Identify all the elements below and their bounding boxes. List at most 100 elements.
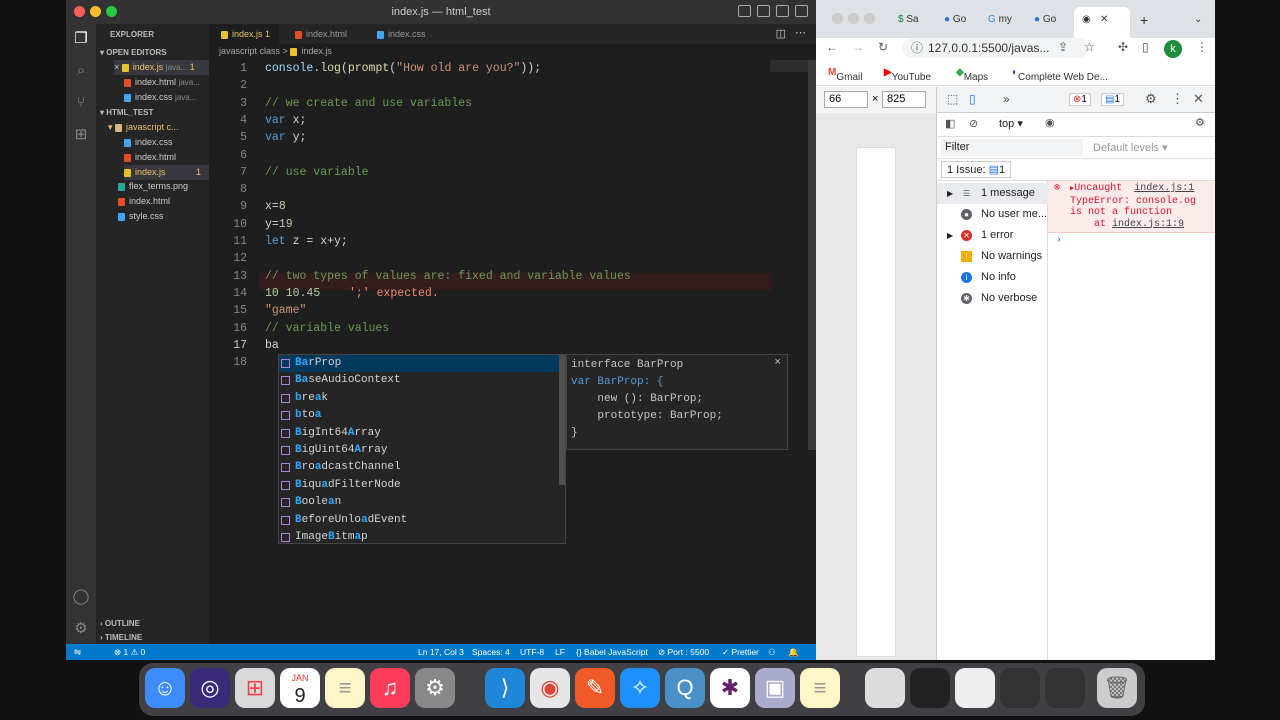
quicktime-icon[interactable]: Q — [665, 668, 705, 708]
settings-gear-icon[interactable]: ⚙ — [72, 620, 90, 638]
bookmark-maps[interactable]: ◆ Maps — [956, 67, 988, 83]
minimap[interactable] — [770, 60, 808, 72]
suggestion-item[interactable]: BarProp — [279, 355, 565, 373]
customize-layout-icon[interactable] — [795, 5, 808, 17]
bookmark-gmail[interactable]: M Gmail — [828, 67, 862, 83]
sidebar-icon[interactable]: ▯ — [1142, 40, 1149, 54]
viewport-height-input[interactable]: 825 — [882, 91, 926, 108]
safari-icon[interactable]: ✧ — [620, 668, 660, 708]
error-counter[interactable]: ⊗1 — [1069, 93, 1091, 106]
launchpad-icon[interactable]: ⊞ — [235, 668, 275, 708]
error-source-link[interactable]: index.js:1 — [1134, 183, 1194, 194]
preview-icon[interactable]: ▣ — [755, 668, 795, 708]
breadcrumb-file[interactable]: index.js — [301, 46, 332, 56]
toggle-sidebar-icon[interactable] — [738, 5, 751, 17]
music-icon[interactable]: ♫ — [370, 668, 410, 708]
suggestion-item[interactable]: ImageBitmap — [279, 529, 565, 543]
toggle-secondary-sidebar-icon[interactable] — [776, 5, 789, 17]
rendered-page[interactable] — [856, 147, 896, 657]
share-icon[interactable]: ⇪ — [1058, 40, 1068, 54]
browser-tab[interactable]: ● Go — [1034, 9, 1056, 31]
browser-tab[interactable]: $ Sa — [898, 9, 919, 31]
side-messages[interactable]: ▶ ☰ 1 message — [937, 183, 1048, 204]
suggestion-item[interactable]: break — [279, 390, 565, 407]
profile-avatar[interactable]: k — [1164, 40, 1182, 58]
reload-icon[interactable]: ↻ — [878, 40, 888, 54]
tab-index-html[interactable]: index.html — [283, 24, 363, 44]
file-item[interactable]: index.js 1 — [124, 165, 209, 180]
remote-icon[interactable]: ⇋ — [74, 644, 81, 660]
extensions-puzzle-icon[interactable]: ✣ — [1118, 40, 1128, 54]
console-settings-icon[interactable]: ⚙ — [1195, 116, 1205, 129]
finder-icon[interactable]: ☺ — [145, 668, 185, 708]
close-window-button[interactable] — [832, 13, 843, 24]
explorer-icon[interactable]: ❐ — [72, 30, 90, 48]
window-thumbnail-icon[interactable] — [955, 668, 995, 708]
zoom-window-button[interactable] — [864, 13, 875, 24]
bookmark-youtube[interactable]: ▶ YouTube — [884, 67, 931, 83]
notes-window-icon[interactable]: ≡ — [800, 668, 840, 708]
bookmark-star-icon[interactable]: ☆ — [1084, 40, 1095, 54]
devtools-menu-icon[interactable]: ⋮ — [1171, 91, 1184, 107]
side-errors[interactable]: ▶ ✕ 1 error — [937, 225, 1048, 246]
viewport-width-input[interactable]: 66 — [824, 91, 868, 108]
side-verbose[interactable]: ✱ No verbose — [937, 288, 1048, 309]
back-icon[interactable]: ← — [826, 40, 838, 54]
inspect-element-icon[interactable]: ⬚ — [947, 92, 958, 106]
more-tabs-icon[interactable]: » — [1003, 92, 1010, 106]
close-tab-icon[interactable]: ✕ — [1100, 7, 1108, 33]
suggestion-item[interactable]: BigInt64Array — [279, 425, 565, 442]
bookmark-complete-web-dev[interactable]: ◐ Complete Web De... — [1012, 67, 1108, 83]
editor-scrollbar[interactable] — [808, 60, 816, 450]
context-selector[interactable]: top ▾ — [999, 117, 1023, 130]
outline-section[interactable]: › OUTLINE — [100, 616, 213, 631]
forward-icon[interactable]: → — [852, 40, 864, 54]
cursor-position[interactable]: Ln 17, Col 3 — [418, 644, 464, 660]
window-thumbnail-icon[interactable] — [865, 668, 905, 708]
zoom-window-button[interactable] — [106, 6, 117, 17]
window-thumbnail-icon[interactable] — [1000, 668, 1040, 708]
account-status-icon[interactable]: ⚇ — [768, 644, 776, 660]
timeline-section[interactable]: › TIMELINE — [100, 630, 213, 645]
sidebar-toggle-icon[interactable]: ◧ — [945, 117, 955, 130]
indentation-status[interactable]: Spaces: 4 — [472, 644, 510, 660]
suggestion-item[interactable]: BiquadFilterNode — [279, 477, 565, 494]
account-icon[interactable]: ◯ — [72, 588, 90, 606]
close-devtools-icon[interactable]: ✕ — [1193, 91, 1204, 107]
suggestion-item[interactable]: BigUint64Array — [279, 442, 565, 459]
code-editor[interactable]: 1 console.log(prompt("How old are you?"))… — [209, 60, 816, 640]
suggestion-item[interactable]: BeforeUnloadEvent — [279, 512, 565, 529]
side-info[interactable]: i No info — [937, 267, 1048, 288]
open-editor-item[interactable]: × index.js java... 1 — [114, 60, 209, 75]
suggestion-item[interactable]: BroadcastChannel — [279, 459, 565, 476]
notifications-icon[interactable]: 🔔 — [788, 644, 799, 660]
suggestion-scrollbar[interactable] — [559, 355, 565, 485]
minimize-window-button[interactable] — [90, 6, 101, 17]
slack-icon[interactable]: ✱ — [710, 668, 750, 708]
menu-icon[interactable]: ⋮ — [1196, 40, 1208, 54]
extensions-icon[interactable]: ⊞ — [72, 126, 90, 144]
issues-button[interactable]: 1 Issue: ▤1 — [941, 161, 1012, 178]
calendar-icon[interactable]: JAN 9 — [280, 668, 320, 708]
problems-status[interactable]: ⊗ 1 ⚠ 0 — [114, 644, 145, 660]
language-mode[interactable]: {} Babel JavaScript — [576, 644, 648, 660]
log-levels-dropdown[interactable]: Default levels ▾ — [1093, 141, 1168, 154]
suggestion-item[interactable]: Boolean — [279, 494, 565, 511]
trash-icon[interactable]: 🗑 — [1097, 668, 1137, 708]
tab-index-js[interactable]: index.js 1 — [209, 24, 279, 44]
project-section[interactable]: ▾ HTML_TEST — [100, 105, 213, 120]
eol-status[interactable]: LF — [555, 644, 565, 660]
filter-input[interactable]: Filter — [941, 139, 1083, 156]
live-expression-eye-icon[interactable]: ◉ — [1045, 116, 1055, 129]
close-details-icon[interactable]: × — [774, 355, 781, 372]
error-location-link[interactable]: index.js:1:9 — [1112, 219, 1184, 230]
browser-tab[interactable]: G my — [988, 9, 1012, 31]
clear-console-icon[interactable]: ⊘ — [969, 117, 978, 130]
browser-tab-active[interactable]: ◉ ✕ — [1074, 7, 1130, 38]
settings-gear-icon[interactable]: ⚙ — [1145, 91, 1157, 107]
live-server-port[interactable]: ⊘ Port : 5500 — [658, 644, 709, 660]
search-icon[interactable]: ⌕ — [72, 62, 90, 80]
side-user-messages[interactable]: ● No user me... — [937, 204, 1048, 225]
encoding-status[interactable]: UTF-8 — [520, 644, 544, 660]
window-thumbnail-icon[interactable] — [1045, 668, 1085, 708]
